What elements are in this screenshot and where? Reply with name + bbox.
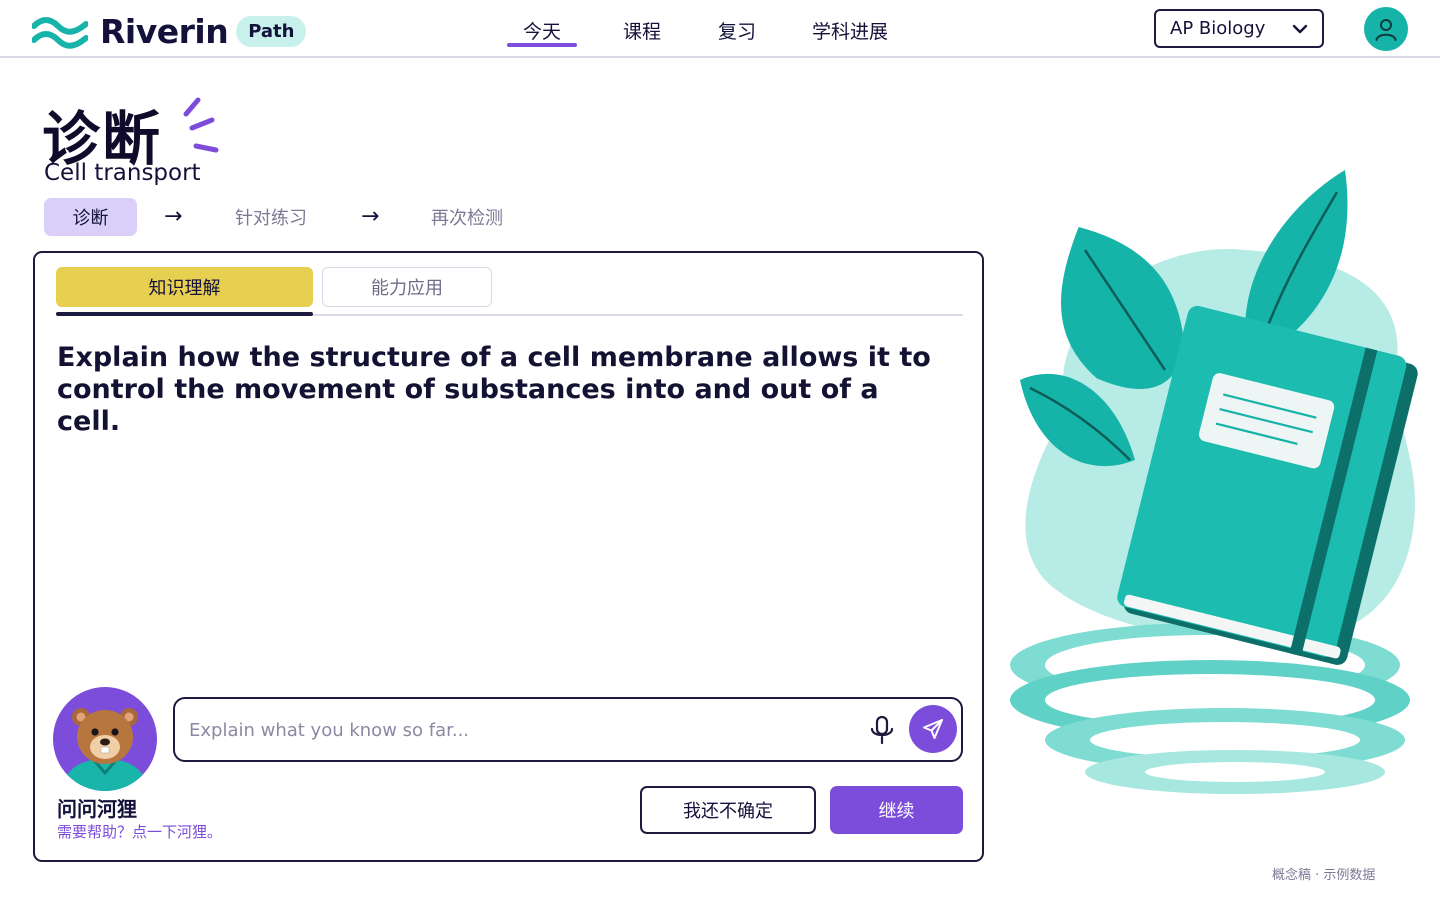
tab-active-indicator: [56, 312, 313, 316]
answer-box: [173, 697, 963, 762]
brand-name: Riverin: [100, 12, 229, 51]
course-select-value: AP Biology: [1170, 18, 1266, 39]
nav-item-today[interactable]: 今天: [506, 17, 578, 47]
sparkle-icon: [183, 97, 219, 153]
profile-button[interactable]: [1364, 7, 1408, 51]
footer-note: 概念稿 · 示例数据: [1272, 868, 1376, 883]
beaver-mascot[interactable]: [53, 687, 157, 791]
top-navigation-bar: Riverin Path 今天 课程 复习 学科进展 AP Biology: [0, 0, 1440, 58]
nav-item-review[interactable]: 复习: [718, 17, 756, 44]
brand-badge: Path: [236, 16, 307, 47]
nav-item-courses[interactable]: 课程: [623, 17, 661, 44]
question-text: Explain how the structure of a cell memb…: [57, 342, 931, 437]
send-icon: [923, 719, 943, 739]
mascot-hint: 需要帮助？点一下河狸。: [57, 823, 223, 841]
brand-logo[interactable]: Riverin Path: [32, 12, 307, 51]
send-button[interactable]: [909, 705, 957, 753]
wave-logo-icon: [32, 16, 88, 49]
continue-button[interactable]: 继续: [830, 786, 963, 834]
microphone-icon[interactable]: [869, 715, 895, 745]
step-practice[interactable]: 针对练习: [222, 198, 320, 236]
mascot-name: 问问河狸: [57, 797, 137, 821]
beaver-icon: [61, 708, 149, 791]
tab-application[interactable]: 能力应用: [322, 267, 492, 307]
question-card: 知识理解 能力应用 Explain how the structure of a…: [33, 251, 984, 862]
tab-knowledge[interactable]: 知识理解: [56, 267, 313, 307]
step-recheck[interactable]: 再次检测: [418, 198, 516, 236]
user-icon: [1375, 19, 1397, 41]
course-select[interactable]: AP Biology: [1154, 9, 1324, 48]
not-sure-button[interactable]: 我还不确定: [640, 786, 816, 834]
step-arrow: →: [164, 204, 183, 229]
notebook-leaves-illustration: [1010, 170, 1418, 794]
step-arrow: →: [361, 204, 380, 229]
nav-item-progress[interactable]: 学科进展: [812, 17, 888, 44]
step-diagnose[interactable]: 诊断: [44, 198, 137, 236]
answer-input[interactable]: [189, 711, 849, 749]
page-subtitle: Cell transport: [44, 160, 201, 186]
chevron-down-icon: [1292, 24, 1308, 34]
